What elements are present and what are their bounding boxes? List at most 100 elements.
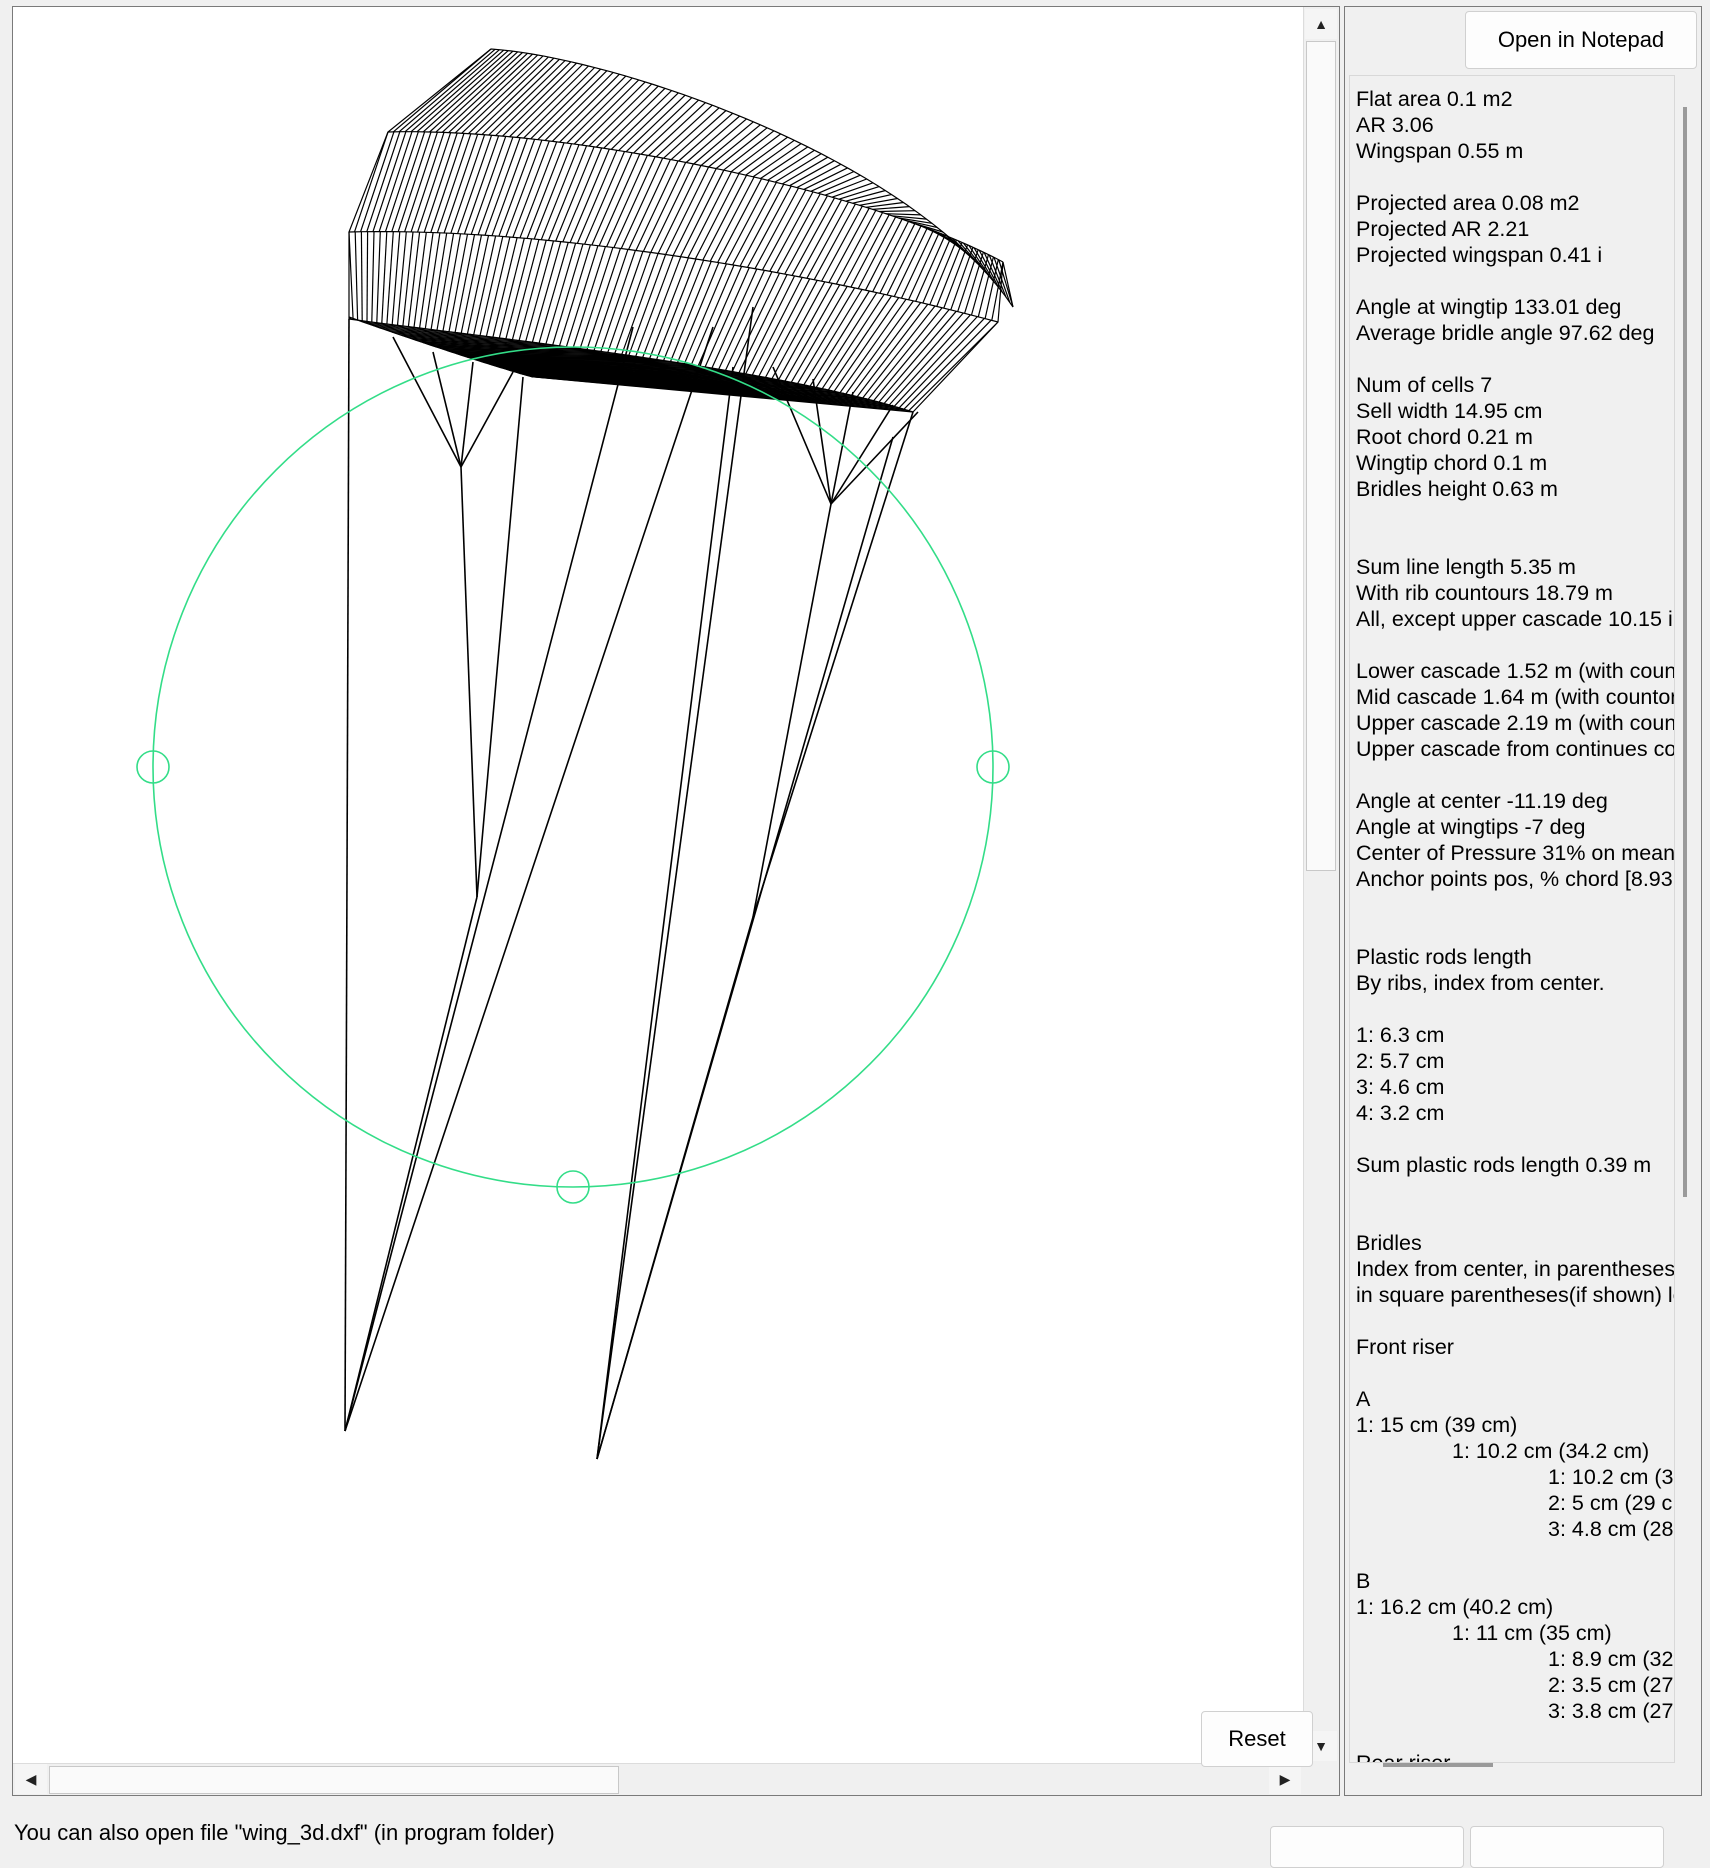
bridle-line <box>753 412 913 917</box>
info-line: Sum line length 5.35 m <box>1356 554 1674 580</box>
canvas-vertical-scrollbar[interactable]: ▲ ▼ <box>1303 7 1339 1763</box>
bridle-line <box>477 377 523 897</box>
info-line: 1: 6.3 cm <box>1356 1022 1674 1048</box>
info-line <box>1356 1724 1674 1750</box>
vertical-scroll-thumb[interactable] <box>1306 41 1336 871</box>
arrow-up-icon[interactable]: ▲ <box>1305 9 1337 39</box>
info-line: in square parentheses(if shown) le <box>1356 1282 1674 1308</box>
info-line: Num of cells 7 <box>1356 372 1674 398</box>
bridle-line <box>597 437 893 1459</box>
info-line <box>1356 918 1674 944</box>
info-line <box>1356 996 1674 1022</box>
info-line: 1: 16.2 cm (40.2 cm) <box>1356 1594 1674 1620</box>
bridle-line <box>345 327 633 1431</box>
info-line: 2: 5 cm (29 c <box>1356 1490 1674 1516</box>
bridle-line <box>753 504 831 917</box>
info-line: Angle at wingtip 133.01 deg <box>1356 294 1674 320</box>
info-line: Flat area 0.1 m2 <box>1356 86 1674 112</box>
wing-3d-view[interactable] <box>13 7 1303 1763</box>
info-line: Center of Pressure 31% on mean <box>1356 840 1674 866</box>
info-line <box>1356 1360 1674 1386</box>
info-line: Rear riser <box>1356 1750 1674 1763</box>
info-line: 3: 3.8 cm (27 <box>1356 1698 1674 1724</box>
bottom-button-2[interactable] <box>1470 1826 1664 1868</box>
info-vertical-scrollbar[interactable] <box>1673 77 1691 1617</box>
info-line <box>1356 1542 1674 1568</box>
info-line: 2: 5.7 cm <box>1356 1048 1674 1074</box>
info-line: 3: 4.8 cm (28 <box>1356 1516 1674 1542</box>
info-panel: Open in Notepad Flat area 0.1 m2AR 3.06W… <box>1344 6 1702 1796</box>
info-line: Upper cascade 2.19 m (with coun <box>1356 710 1674 736</box>
info-scroll-thumb[interactable] <box>1683 107 1687 1197</box>
canvas-horizontal-scrollbar[interactable]: ◀ ▶ <box>13 1763 1303 1795</box>
info-line: Projected AR 2.21 <box>1356 216 1674 242</box>
info-line: 1: 10.2 cm (3 <box>1356 1464 1674 1490</box>
info-line <box>1356 528 1674 554</box>
bridle-line <box>345 327 713 1431</box>
reset-button[interactable]: Reset <box>1201 1711 1313 1767</box>
scrollbar-corner <box>1303 1763 1339 1795</box>
info-line <box>1356 892 1674 918</box>
info-line: Upper cascade from continues co <box>1356 736 1674 762</box>
bridle-line <box>345 897 477 1431</box>
info-line: 3: 4.6 cm <box>1356 1074 1674 1100</box>
bridle-line <box>597 367 733 1459</box>
info-line <box>1356 346 1674 372</box>
bridle-line <box>461 372 513 467</box>
bridle-line <box>393 337 461 467</box>
info-line <box>1356 164 1674 190</box>
bridle-line <box>831 412 918 504</box>
wing-tip-edge-right <box>913 262 1013 412</box>
info-line <box>1356 1126 1674 1152</box>
horizontal-scroll-thumb[interactable] <box>49 1766 619 1794</box>
open-in-notepad-button[interactable]: Open in Notepad <box>1465 11 1697 69</box>
info-line: With rib countours 18.79 m <box>1356 580 1674 606</box>
info-line: Sell width 14.95 cm <box>1356 398 1674 424</box>
info-line: Bridles height 0.63 m <box>1356 476 1674 502</box>
info-line <box>1356 632 1674 658</box>
info-line: A <box>1356 1386 1674 1412</box>
info-line <box>1356 1178 1674 1204</box>
info-line: 1: 10.2 cm (34.2 cm) <box>1356 1438 1674 1464</box>
info-line <box>1356 762 1674 788</box>
info-line <box>1356 502 1674 528</box>
info-line: 1: 11 cm (35 cm) <box>1356 1620 1674 1646</box>
info-line: Index from center, in parentheses <box>1356 1256 1674 1282</box>
stats-text-area[interactable]: Flat area 0.1 m2AR 3.06Wingspan 0.55 m Pr… <box>1349 75 1675 1763</box>
info-line: B <box>1356 1568 1674 1594</box>
info-line: Front riser <box>1356 1334 1674 1360</box>
bridle-line <box>461 362 473 467</box>
bridle-line <box>345 319 349 1431</box>
rotation-circle[interactable] <box>153 347 993 1187</box>
info-line: Bridles <box>1356 1230 1674 1256</box>
info-line: Root chord 0.21 m <box>1356 424 1674 450</box>
info-horizontal-scroll-thumb[interactable] <box>1383 1763 1493 1767</box>
info-line: Projected wingspan 0.41 i <box>1356 242 1674 268</box>
info-line: 1: 15 cm (39 cm) <box>1356 1412 1674 1438</box>
info-line: Wingtip chord 0.1 m <box>1356 450 1674 476</box>
arrow-left-icon[interactable]: ◀ <box>15 1764 47 1794</box>
info-line: Lower cascade 1.52 m (with coun <box>1356 658 1674 684</box>
info-line: Wingspan 0.55 m <box>1356 138 1674 164</box>
info-line: By ribs, index from center. <box>1356 970 1674 996</box>
arrow-right-icon[interactable]: ▶ <box>1269 1764 1301 1794</box>
info-line: AR 3.06 <box>1356 112 1674 138</box>
info-line: Plastic rods length <box>1356 944 1674 970</box>
info-line: Projected area 0.08 m2 <box>1356 190 1674 216</box>
bridle-line <box>461 467 477 897</box>
status-message: You can also open file "wing_3d.dxf" (in… <box>14 1820 555 1846</box>
info-line: All, except upper cascade 10.15 i <box>1356 606 1674 632</box>
info-line: 4: 3.2 cm <box>1356 1100 1674 1126</box>
info-line <box>1356 268 1674 294</box>
info-line: 1: 8.9 cm (32 <box>1356 1646 1674 1672</box>
info-line: Angle at wingtips -7 deg <box>1356 814 1674 840</box>
info-line: Average bridle angle 97.62 deg <box>1356 320 1674 346</box>
info-line: Angle at center -11.19 deg <box>1356 788 1674 814</box>
bridle-line <box>597 307 753 1459</box>
bottom-button-1[interactable] <box>1270 1826 1464 1868</box>
wing-canvas-panel[interactable]: ▲ ▼ ◀ ▶ Reset <box>12 6 1340 1796</box>
info-line: Sum plastic rods length 0.39 m <box>1356 1152 1674 1178</box>
info-line <box>1356 1204 1674 1230</box>
info-line: Mid cascade 1.64 m (with countor <box>1356 684 1674 710</box>
info-line <box>1356 1308 1674 1334</box>
